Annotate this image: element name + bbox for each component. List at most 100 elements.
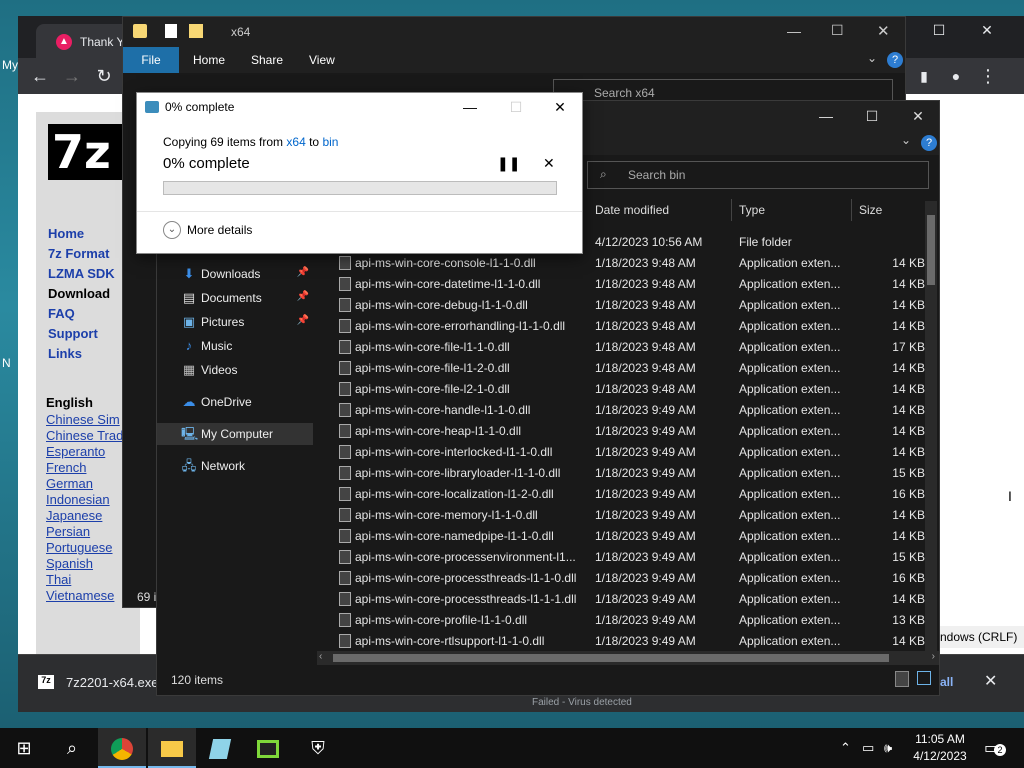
scroll-right-icon[interactable]: ›	[932, 651, 935, 662]
nav-item-network[interactable]: 🖧 Network	[157, 455, 313, 477]
chrome-icon[interactable]	[98, 728, 146, 768]
nav-item-onedrive[interactable]: ☁ OneDrive	[157, 391, 313, 413]
language-link[interactable]: German	[46, 476, 93, 491]
file-row[interactable]: api-ms-win-core-localization-l1-2-0.dll 1…	[333, 483, 929, 504]
maximize-icon[interactable]: ☐	[831, 22, 844, 39]
properties-icon[interactable]	[165, 24, 177, 38]
profile-icon[interactable]: ●	[944, 64, 968, 88]
file-explorer-icon[interactable]	[148, 728, 196, 768]
network-icon[interactable]: ▭	[862, 740, 874, 756]
sidebar-icon[interactable]: ▮	[912, 64, 936, 88]
chevron-up-icon[interactable]: ⌃	[840, 740, 851, 756]
language-link[interactable]: Persian	[46, 524, 90, 539]
chevron-down-icon[interactable]: ⌄	[867, 51, 877, 65]
menu-dots-icon[interactable]: ⋮	[976, 64, 1000, 88]
scrollbar-thumb[interactable]	[927, 215, 935, 285]
close-download-bar-icon[interactable]: ✕	[984, 671, 997, 691]
ribbon-tab-home[interactable]: Home	[193, 53, 225, 67]
security-shield-icon[interactable]: ⛨	[294, 728, 342, 768]
language-link[interactable]: French	[46, 460, 86, 475]
language-link[interactable]: Japanese	[46, 508, 102, 523]
file-row[interactable]: api-ms-win-core-processenvironment-l1...…	[333, 546, 929, 567]
scroll-left-icon[interactable]: ‹	[319, 651, 322, 662]
close-icon[interactable]: ✕	[895, 101, 941, 131]
cancel-icon[interactable]: ✕	[543, 155, 555, 172]
app-icon[interactable]	[244, 728, 292, 768]
minimize-icon[interactable]: —	[447, 93, 493, 121]
language-link[interactable]: Indonesian	[46, 492, 110, 507]
volume-icon[interactable]: 🕪	[884, 740, 892, 756]
close-icon[interactable]: ✕	[537, 93, 583, 121]
file-row[interactable]: api-ms-win-core-console-l1-1-0.dll 1/18/2…	[333, 252, 929, 273]
site-nav-support[interactable]: Support	[48, 326, 98, 341]
desktop-icon-label[interactable]: N	[2, 356, 11, 370]
file-row[interactable]: api-ms-win-core-file-l1-2-0.dll 1/18/2023…	[333, 357, 929, 378]
file-row[interactable]: api-ms-win-core-file-l1-1-0.dll 1/18/2023…	[333, 336, 929, 357]
file-row[interactable]: api-ms-win-core-libraryloader-l1-1-0.dll…	[333, 462, 929, 483]
details-view-icon[interactable]	[895, 671, 909, 687]
close-icon[interactable]: ✕	[964, 16, 1010, 44]
file-row[interactable]: api-ms-win-core-processthreads-l1-1-1.dl…	[333, 588, 929, 609]
desktop-icon-label[interactable]: My	[2, 58, 18, 72]
notepad-icon[interactable]	[196, 728, 244, 768]
site-nav-7z-format[interactable]: 7z Format	[48, 246, 109, 261]
file-row[interactable]: api-ms-win-core-errorhandling-l1-1-0.dll…	[333, 315, 929, 336]
maximize-icon[interactable]: ☐	[849, 101, 895, 131]
language-link[interactable]: Chinese Sim	[46, 412, 120, 427]
site-nav-faq[interactable]: FAQ	[48, 306, 75, 321]
ribbon-tab-share[interactable]: Share	[251, 53, 283, 67]
ribbon-tab-file[interactable]: File	[123, 47, 179, 73]
file-row[interactable]: api-ms-win-core-processthreads-l1-1-0.dl…	[333, 567, 929, 588]
column-header-type[interactable]: Type	[739, 199, 765, 221]
minimize-icon[interactable]: —	[803, 101, 849, 131]
pause-icon[interactable]: ❚❚	[497, 155, 520, 172]
column-header-size[interactable]: Size	[859, 199, 882, 221]
horizontal-scrollbar[interactable]: ‹ ›	[317, 651, 939, 665]
file-row[interactable]: api-ms-win-core-heap-l1-1-0.dll 1/18/2023…	[333, 420, 929, 441]
vertical-scrollbar[interactable]	[925, 201, 937, 651]
column-header-date[interactable]: Date modified	[595, 199, 669, 221]
more-details-button[interactable]: ⌄ More details	[163, 221, 252, 239]
file-row[interactable]: api-ms-win-core-handle-l1-1-0.dll 1/18/20…	[333, 399, 929, 420]
language-link[interactable]: Esperanto	[46, 444, 105, 459]
site-nav-lzma-sdk[interactable]: LZMA SDK	[48, 266, 115, 281]
back-arrow-icon[interactable]: ←	[28, 64, 52, 88]
show-all-link[interactable]: all	[940, 675, 953, 689]
minimize-icon[interactable]: —	[787, 23, 801, 39]
language-link[interactable]: Chinese Trad	[46, 428, 123, 443]
language-link[interactable]: Portuguese	[46, 540, 113, 555]
download-file-name[interactable]: 7z2201-x64.exe	[66, 675, 159, 690]
file-row[interactable]: api-ms-win-core-rtlsupport-l1-1-0.dll 1/1…	[333, 630, 929, 651]
new-folder-icon[interactable]	[189, 24, 203, 38]
site-nav-links[interactable]: Links	[48, 346, 82, 361]
ribbon-tab-view[interactable]: View	[309, 53, 335, 67]
site-nav-download[interactable]: Download	[48, 286, 110, 301]
search-input[interactable]: ⌕ Search bin	[587, 161, 929, 189]
large-icons-view-icon[interactable]	[917, 671, 931, 685]
help-icon[interactable]: ?	[887, 52, 903, 68]
file-row[interactable]: api-ms-win-core-file-l2-1-0.dll 1/18/2023…	[333, 378, 929, 399]
search-icon[interactable]: ⌕	[48, 728, 96, 768]
destination-link[interactable]: bin	[322, 135, 338, 149]
nav-item-music[interactable]: ♪ Music	[157, 335, 313, 357]
forward-arrow-icon[interactable]: →	[60, 64, 84, 88]
nav-item-downloads[interactable]: ⬇ Downloads 📌	[157, 263, 313, 285]
nav-item-videos[interactable]: ▦ Videos	[157, 359, 313, 381]
file-row[interactable]: api-ms-win-core-datetime-l1-1-0.dll 1/18/…	[333, 273, 929, 294]
file-row[interactable]: api-ms-win-core-interlocked-l1-1-0.dll 1/…	[333, 441, 929, 462]
language-link[interactable]: Spanish	[46, 556, 93, 571]
source-link[interactable]: x64	[286, 135, 305, 149]
help-icon[interactable]: ?	[921, 135, 937, 151]
file-row[interactable]: api-ms-win-core-namedpipe-l1-1-0.dll 1/18…	[333, 525, 929, 546]
notification-icon[interactable]: ▭ 2	[984, 738, 1006, 758]
nav-item-documents[interactable]: ▤ Documents 📌	[157, 287, 313, 309]
nav-item-my-computer[interactable]: 🖳 My Computer	[157, 423, 313, 445]
windows-start-icon[interactable]: ⊞	[0, 728, 48, 768]
scrollbar-thumb[interactable]	[333, 654, 889, 662]
maximize-icon[interactable]: ☐	[916, 16, 962, 44]
site-nav-home[interactable]: Home	[48, 226, 84, 241]
close-icon[interactable]: ✕	[877, 22, 890, 40]
file-row[interactable]: api-ms-win-core-debug-l1-1-0.dll 1/18/202…	[333, 294, 929, 315]
file-row[interactable]: api-ms-win-core-memory-l1-1-0.dll 1/18/20…	[333, 504, 929, 525]
chevron-down-icon[interactable]: ⌄	[901, 133, 911, 147]
